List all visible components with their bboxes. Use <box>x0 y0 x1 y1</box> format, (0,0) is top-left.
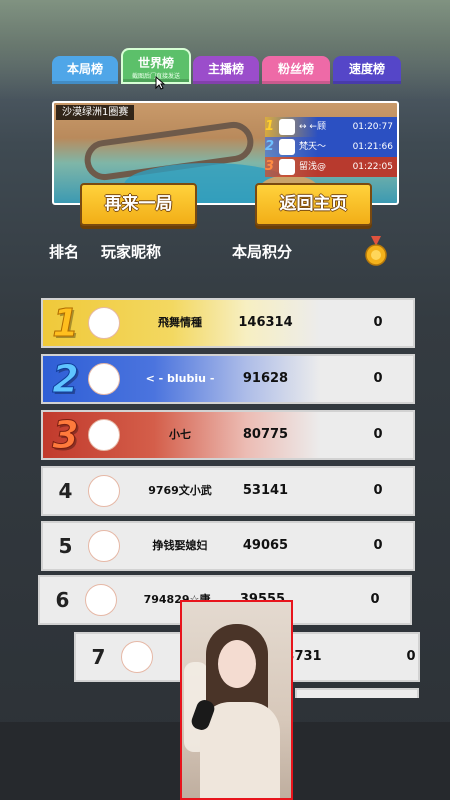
player-score: 53141 <box>242 483 289 498</box>
streamer-camera <box>180 600 293 800</box>
player-name: 小七 <box>169 428 191 441</box>
leaderboard-row: 5 挣钱娶媳妇 49065 0 <box>41 521 415 571</box>
rank-number: 1 <box>52 301 79 346</box>
race-time: 01:20:77 <box>352 122 393 132</box>
tab-fans[interactable]: 粉丝榜 <box>262 56 330 84</box>
race-result-row: 3 留浅@ 01:22:05 <box>265 157 397 177</box>
rank-header: 排名 <box>49 243 80 261</box>
race-player-name: ↔ ←顾 <box>299 122 326 132</box>
tab-world-label: 世界榜 <box>137 56 174 70</box>
streamer-face <box>218 640 256 688</box>
avatar <box>279 159 295 175</box>
player-name: < - blubiu - <box>145 372 215 385</box>
player-score: 91628 <box>242 371 289 386</box>
rank-number: 3 <box>52 413 79 458</box>
player-score: 49065 <box>242 538 289 553</box>
avatar <box>279 139 295 155</box>
score-header: 本局积分 <box>232 243 293 261</box>
streamer-body <box>200 702 280 798</box>
medal-count: 0 <box>373 371 383 386</box>
medal-count: 0 <box>406 649 416 664</box>
tab-this-round[interactable]: 本局榜 <box>52 56 118 84</box>
avatar <box>88 419 120 451</box>
leaderboard-row-partial <box>295 688 419 698</box>
player-name: 挣钱娶媳妇 <box>152 539 208 552</box>
medal-count: 0 <box>373 315 383 330</box>
return-home-button[interactable]: 返回主页 <box>255 183 372 226</box>
leaderboard-row: 3 小七 80775 0 <box>41 410 415 460</box>
leaderboard-row: 2 < - blubiu - 91628 0 <box>41 354 415 404</box>
player-name: 9769文小武 <box>148 484 212 497</box>
rank-number: 2 <box>52 357 79 402</box>
player-name: 飛舞情種 <box>158 316 202 329</box>
leaderboard-row: 1 飛舞情種 146314 0 <box>41 298 415 348</box>
leaderboard-row: 4 9769文小武 53141 0 <box>41 466 415 516</box>
race-player-name: 留浅@ <box>299 162 327 172</box>
nickname-header: 玩家昵称 <box>101 243 162 261</box>
player-score: 146314 <box>238 315 293 330</box>
race-place: 2 <box>265 139 275 154</box>
medal-icon <box>365 236 387 266</box>
race-time: 01:22:05 <box>352 162 393 172</box>
avatar <box>85 584 117 616</box>
tab-streamer[interactable]: 主播榜 <box>193 56 259 84</box>
race-place: 3 <box>265 159 275 174</box>
rank-number: 4 <box>58 479 73 503</box>
rank-number: 7 <box>91 645 106 669</box>
player-score: 80775 <box>242 427 289 442</box>
race-result-row: 2 梵天～ 01:21:66 <box>265 137 397 157</box>
avatar <box>279 119 295 135</box>
rank-number: 5 <box>58 534 73 558</box>
race-place: 1 <box>265 119 275 134</box>
avatar <box>88 530 120 562</box>
medal-count: 0 <box>370 592 380 607</box>
race-time: 01:21:66 <box>352 142 393 152</box>
play-again-button[interactable]: 再来一局 <box>80 183 197 226</box>
race-player-name: 梵天～ <box>299 142 327 152</box>
tab-speed[interactable]: 速度榜 <box>333 56 401 84</box>
medal-count: 0 <box>373 483 383 498</box>
race-result-row: 1 ↔ ←顾 01:20:77 <box>265 117 397 137</box>
mouse-cursor-icon <box>155 76 165 90</box>
avatar <box>121 641 153 673</box>
medal-count: 0 <box>373 427 383 442</box>
avatar <box>88 363 120 395</box>
leaderboard-tabs: 本局榜 世界榜 截图后门直接发送 主播榜 粉丝榜 速度榜 <box>52 48 402 84</box>
avatar <box>88 475 120 507</box>
avatar <box>88 307 120 339</box>
race-title: 沙漠绿洲1圈赛 <box>56 105 135 120</box>
medal-count: 0 <box>373 538 383 553</box>
rank-number: 6 <box>55 588 70 612</box>
